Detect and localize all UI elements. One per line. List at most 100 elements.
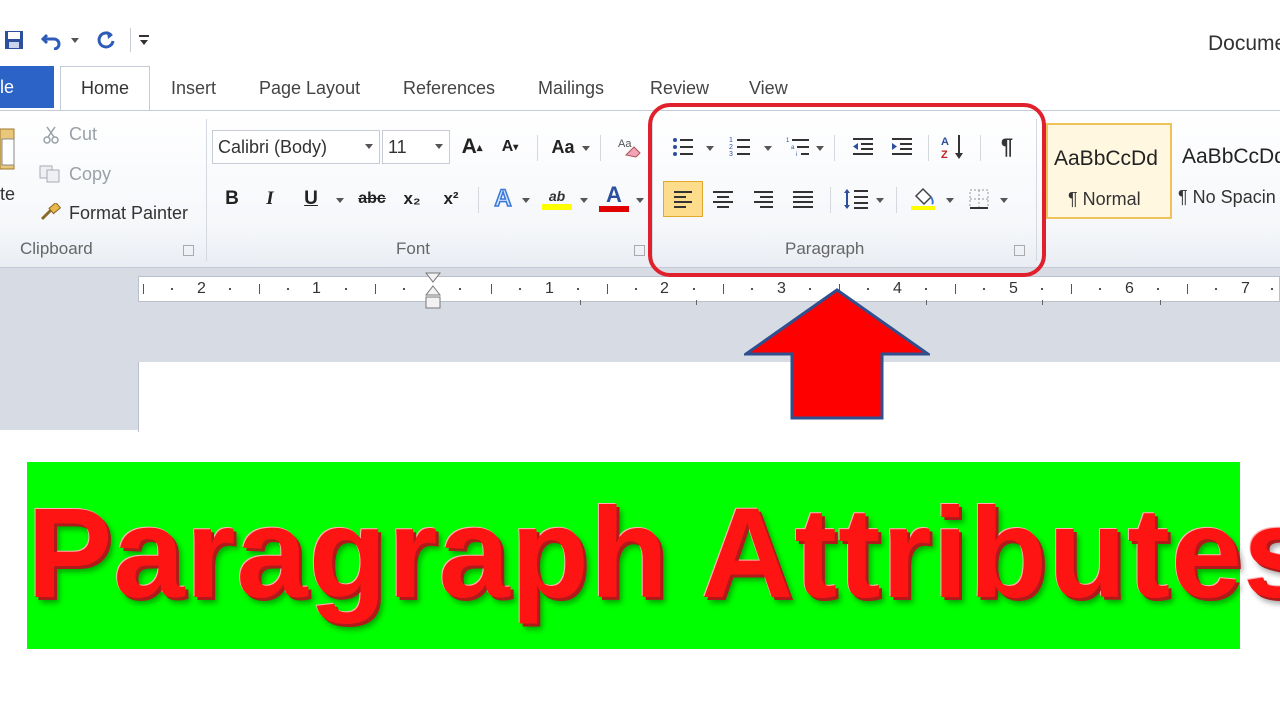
document-title: Docume [1208, 32, 1280, 55]
qat-separator [130, 28, 131, 52]
ruler-tick [693, 288, 695, 290]
ruler-tick [259, 284, 260, 294]
ruler-number: 5 [1009, 280, 1018, 297]
tab-file[interactable]: ile [0, 66, 54, 108]
highlight-dropdown[interactable] [580, 198, 588, 203]
svg-text:Aa: Aa [618, 138, 632, 150]
style-no-spacing-sample: AaBbCcDd [1182, 145, 1280, 168]
font-launcher-icon[interactable] [634, 245, 645, 256]
undo-dropdown[interactable] [68, 28, 82, 52]
strikethrough-glyph: abc [358, 190, 386, 207]
paste-icon[interactable] [0, 125, 16, 171]
tab-page-layout[interactable]: Page Layout [259, 78, 360, 99]
underline-button[interactable]: U [298, 185, 324, 213]
highlight-glyph: ab [548, 188, 566, 204]
grow-font-icon[interactable]: A ▴ [458, 133, 486, 161]
ruler-tab-stop [1160, 300, 1161, 305]
ruler-tick [577, 288, 579, 290]
ruler-tick [345, 288, 347, 290]
separator [537, 135, 538, 161]
ruler-tick [229, 288, 231, 290]
font-color-icon[interactable]: A [598, 181, 630, 215]
format-painter-label[interactable]: Format Painter [69, 203, 188, 224]
font-group-label: Font [396, 239, 431, 258]
shrink-font-glyph: A [501, 138, 514, 155]
tab-mailings[interactable]: Mailings [538, 78, 604, 99]
change-case-icon[interactable]: Aa [546, 133, 580, 161]
document-page[interactable] [138, 362, 1280, 432]
customize-qat-icon[interactable] [136, 28, 152, 52]
font-name-value: Calibri (Body) [218, 136, 328, 157]
font-size-combo[interactable]: 11 [382, 130, 450, 164]
tab-insert[interactable]: Insert [171, 78, 216, 99]
cut-icon[interactable] [40, 124, 62, 146]
superscript-button[interactable]: x² [437, 185, 465, 213]
font-color-glyph: A [606, 182, 622, 207]
change-case-glyph: Aa [551, 136, 575, 157]
grow-font-glyph: A [461, 135, 477, 158]
tab-view[interactable]: View [749, 78, 788, 99]
ruler-tick [635, 288, 637, 290]
text-effects-icon[interactable]: A [488, 184, 518, 213]
title-banner: Paragraph Attributes [27, 462, 1280, 649]
ruler-tick [723, 284, 724, 294]
ruler-tick [1157, 288, 1159, 290]
group-separator [206, 119, 207, 261]
ruler-tick [1099, 288, 1101, 290]
bold-button[interactable]: B [220, 185, 244, 213]
shrink-font-icon[interactable]: A ▾ [496, 133, 524, 161]
strikethrough-button[interactable]: abc [355, 185, 389, 213]
ruler-number: 6 [1125, 280, 1134, 297]
font-color-dropdown[interactable] [636, 198, 644, 203]
underline-dropdown[interactable] [336, 198, 344, 203]
pointer-arrow-icon [744, 288, 930, 420]
style-normal[interactable]: AaBbCcDd ¶ Normal [1046, 123, 1172, 219]
ruler-tick [983, 288, 985, 290]
font-name-combo[interactable]: Calibri (Body) [212, 130, 380, 164]
indent-marker-icon[interactable] [424, 272, 442, 310]
style-no-spacing[interactable]: AaBbCcDd ¶ No Spacin [1176, 123, 1280, 219]
font-size-value: 11 [388, 136, 407, 157]
tab-home-label: Home [80, 78, 129, 98]
format-painter-icon[interactable] [38, 202, 62, 224]
subscript-glyph: x₂ [403, 189, 421, 208]
save-icon[interactable] [2, 28, 26, 52]
cut-label[interactable]: Cut [69, 124, 97, 145]
underline-glyph: U [304, 188, 318, 209]
subscript-button[interactable]: x₂ [398, 185, 426, 213]
ruler-tick [143, 284, 144, 294]
copy-label[interactable]: Copy [69, 164, 111, 185]
ruler-tick [375, 284, 376, 294]
ruler-tick [955, 284, 956, 294]
clipboard-group-label: Clipboard [20, 239, 93, 258]
superscript-glyph: x² [443, 189, 459, 208]
ruler-tab-stop [696, 300, 697, 305]
tab-review[interactable]: Review [650, 78, 709, 99]
copy-icon[interactable] [38, 163, 62, 185]
tab-file-label: ile [0, 76, 15, 97]
style-normal-name: ¶ Normal [1068, 189, 1141, 209]
clipboard-launcher-icon[interactable] [183, 245, 194, 256]
banner-title: Paragraph Attributes [27, 482, 1280, 625]
italic-button[interactable]: I [258, 185, 282, 213]
change-case-dropdown[interactable] [582, 146, 590, 151]
text-effects-dropdown[interactable] [522, 198, 530, 203]
ruler-tick [287, 288, 289, 290]
horizontal-ruler[interactable]: 2 1 1 2 3 4 5 6 7 [138, 276, 1280, 302]
ribbon: te Cut Copy Format Painter Clipboard Cal… [0, 110, 1280, 268]
redo-icon[interactable] [92, 28, 120, 52]
ruler-tab-stop [580, 300, 581, 305]
highlight-swatch [542, 204, 572, 210]
tab-home[interactable]: Home [60, 66, 150, 110]
ruler-tick [1215, 288, 1217, 290]
paste-label[interactable]: te [0, 184, 15, 205]
italic-glyph: I [266, 188, 274, 209]
highlight-ring [648, 103, 1046, 277]
ruler-tick [519, 288, 521, 290]
separator [600, 135, 601, 161]
undo-icon[interactable] [38, 28, 66, 52]
ruler-number: 1 [312, 280, 321, 297]
clear-formatting-icon[interactable]: Aa [614, 133, 644, 161]
tab-references[interactable]: References [403, 78, 495, 99]
highlight-color-icon[interactable]: ab [540, 183, 574, 215]
